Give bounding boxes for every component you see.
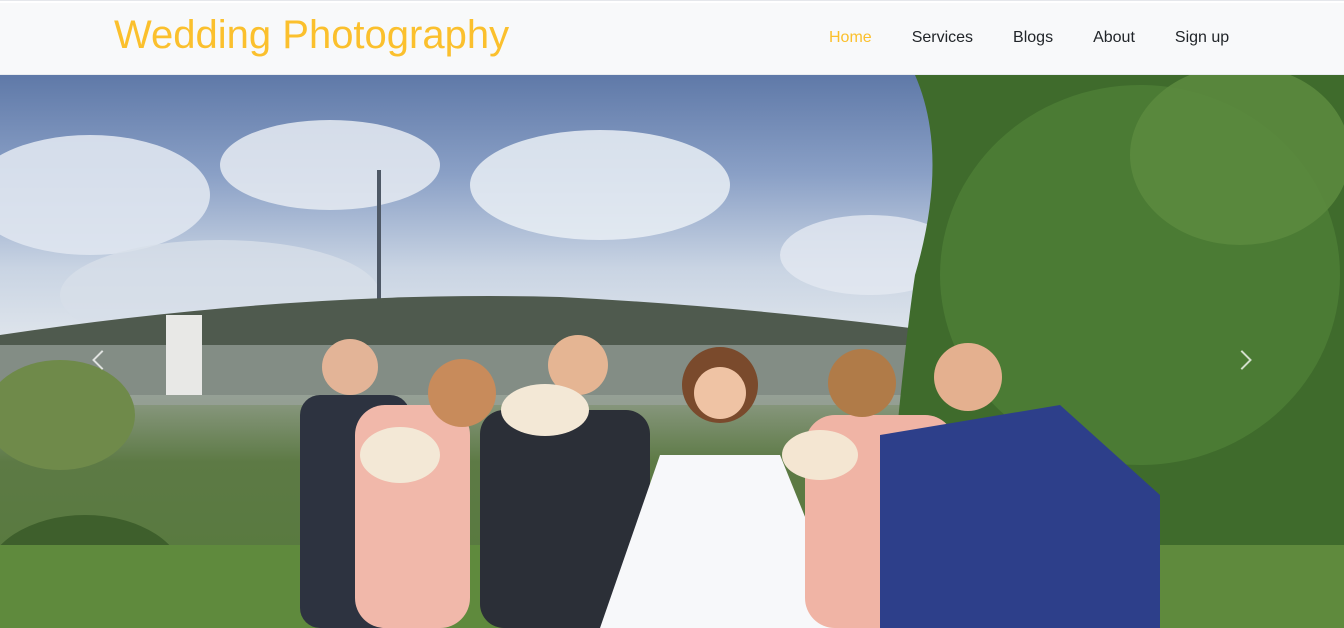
nav-item-services[interactable]: Services <box>912 29 973 47</box>
nav-item-signup[interactable]: Sign up <box>1175 29 1229 47</box>
hero-carousel <box>0 75 1344 628</box>
chevron-left-icon <box>92 350 112 370</box>
navbar: Wedding Photography Home Services Blogs … <box>0 3 1344 75</box>
brand-logo[interactable]: Wedding Photography <box>114 13 509 58</box>
carousel-prev-button[interactable] <box>82 330 122 390</box>
hero-image <box>0 75 1344 628</box>
nav-links: Home Services Blogs About Sign up <box>829 29 1229 47</box>
nav-item-blogs[interactable]: Blogs <box>1013 29 1053 47</box>
nav-item-about[interactable]: About <box>1093 29 1135 47</box>
carousel-next-button[interactable] <box>1222 330 1262 390</box>
chevron-right-icon <box>1232 350 1252 370</box>
nav-item-home[interactable]: Home <box>829 29 872 47</box>
